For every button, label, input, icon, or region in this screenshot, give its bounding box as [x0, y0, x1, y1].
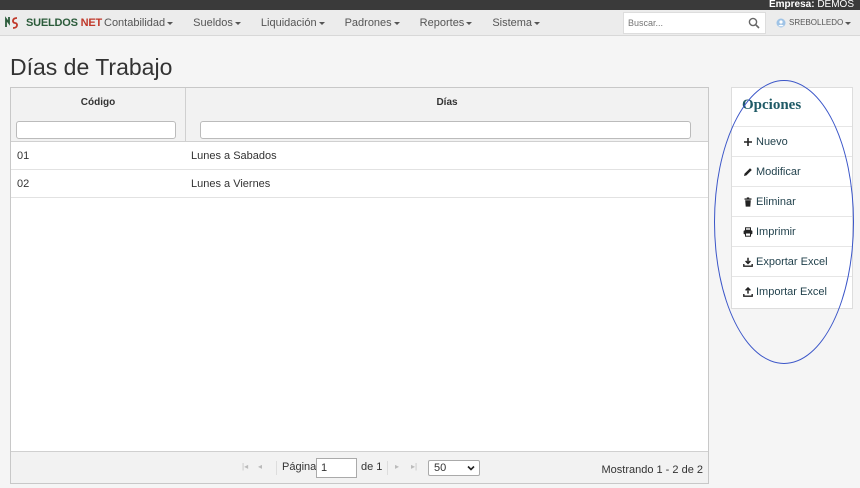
export-excel-button[interactable]: Exportar Excel	[732, 246, 852, 276]
export-excel-label: Exportar Excel	[756, 255, 828, 268]
menu-contabilidad[interactable]: Contabilidad	[94, 10, 183, 36]
menu-padrones[interactable]: Padrones	[335, 10, 410, 36]
menu-label: Reportes	[419, 17, 465, 29]
filter-dias-input[interactable]	[200, 121, 691, 139]
print-button[interactable]: Imprimir	[732, 216, 852, 246]
caret-down-icon	[318, 21, 325, 25]
menu-label: Sistema	[492, 17, 533, 29]
new-button[interactable]: Nuevo	[732, 126, 852, 156]
caret-down-icon	[167, 21, 174, 25]
printer-icon	[743, 226, 753, 237]
cell-dias: Lunes a Viernes	[191, 178, 271, 190]
records-summary: Mostrando 1 - 2 de 2	[601, 464, 703, 476]
menu-label: Contabilidad	[104, 17, 166, 29]
user-name: SREBOLLEDO	[789, 18, 844, 27]
pencil-icon	[744, 167, 752, 176]
search-input[interactable]	[624, 18, 742, 28]
upload-icon	[743, 286, 753, 297]
import-excel-button[interactable]: Importar Excel	[732, 276, 852, 306]
delete-button[interactable]: Eliminar	[732, 186, 852, 216]
grid-pager: |◂ ◂ Página 1 de 1 ▸ ▸| 50 Mostrando 1 -…	[11, 451, 708, 483]
menu-label: Sueldos	[193, 17, 233, 29]
new-label: Nuevo	[756, 135, 788, 148]
cell-codigo: 02	[17, 178, 30, 190]
navbar: SUELDOS NET Contabilidad Sueldos Liquida…	[0, 10, 860, 36]
cell-dias: Lunes a Sabados	[191, 150, 277, 162]
options-panel: Opciones Nuevo Modificar Eliminar Imprim…	[731, 87, 853, 309]
chevron-down-icon	[467, 465, 475, 471]
user-icon	[776, 18, 786, 28]
menu-sueldos[interactable]: Sueldos	[183, 10, 251, 36]
user-menu[interactable]: SREBOLLEDO	[776, 10, 852, 36]
last-page-icon[interactable]: ▸|	[411, 462, 417, 471]
modify-button[interactable]: Modificar	[732, 156, 852, 186]
search-icon[interactable]	[748, 17, 760, 29]
prev-page-icon[interactable]: ◂	[258, 462, 262, 471]
search-box	[623, 12, 766, 34]
options-title: Opciones	[742, 97, 802, 113]
caret-down-icon	[845, 21, 852, 25]
cell-codigo: 01	[17, 150, 30, 162]
menu-liquidacion[interactable]: Liquidación	[251, 10, 335, 36]
menu-sistema[interactable]: Sistema	[482, 10, 550, 36]
modify-label: Modificar	[756, 165, 801, 178]
main-menu: Contabilidad Sueldos Liquidación Padrone…	[94, 10, 550, 36]
delete-label: Eliminar	[756, 195, 796, 208]
caret-down-icon	[534, 21, 541, 25]
first-page-icon[interactable]: |◂	[242, 462, 248, 471]
company-value: DEMOS	[817, 0, 854, 10]
import-excel-label: Importar Excel	[756, 285, 827, 298]
page-label: Página	[282, 461, 317, 473]
filter-codigo-input[interactable]	[16, 121, 176, 139]
page-count-label: de 1	[361, 461, 383, 473]
page-size-select[interactable]: 50	[428, 460, 480, 476]
download-icon	[743, 257, 753, 267]
next-page-icon[interactable]: ▸	[395, 462, 399, 471]
print-label: Imprimir	[756, 225, 796, 238]
brand-name-a: SUELDOS	[26, 17, 81, 29]
company-label: Empresa:	[768, 0, 815, 10]
grid-header: Código Días	[11, 88, 708, 142]
brand-name: SUELDOS NET	[26, 17, 102, 29]
page-size-value: 50	[434, 462, 447, 474]
pager-separator	[387, 461, 388, 475]
menu-label: Liquidación	[260, 17, 317, 29]
column-header-codigo[interactable]: Código	[11, 88, 185, 118]
caret-down-icon	[393, 21, 400, 25]
menu-reportes[interactable]: Reportes	[410, 10, 483, 36]
plus-icon	[744, 137, 752, 146]
trash-icon	[744, 196, 752, 207]
top-status-bar: Empresa: DEMOS	[0, 0, 860, 10]
page-title: Días de Trabajo	[10, 54, 173, 80]
menu-label: Padrones	[344, 17, 392, 29]
caret-down-icon	[466, 21, 473, 25]
data-grid: Código Días 01 Lunes a Sabados 02 Lunes …	[10, 87, 709, 484]
pager-separator	[276, 461, 277, 475]
table-row[interactable]: 01 Lunes a Sabados	[11, 142, 708, 170]
app-logo[interactable]: SUELDOS NET	[4, 15, 102, 31]
page-number-input[interactable]: 1	[316, 458, 357, 478]
logo-icon	[5, 16, 18, 29]
caret-down-icon	[234, 21, 241, 25]
column-header-dias[interactable]: Días	[186, 88, 708, 118]
table-row[interactable]: 02 Lunes a Viernes	[11, 170, 708, 198]
